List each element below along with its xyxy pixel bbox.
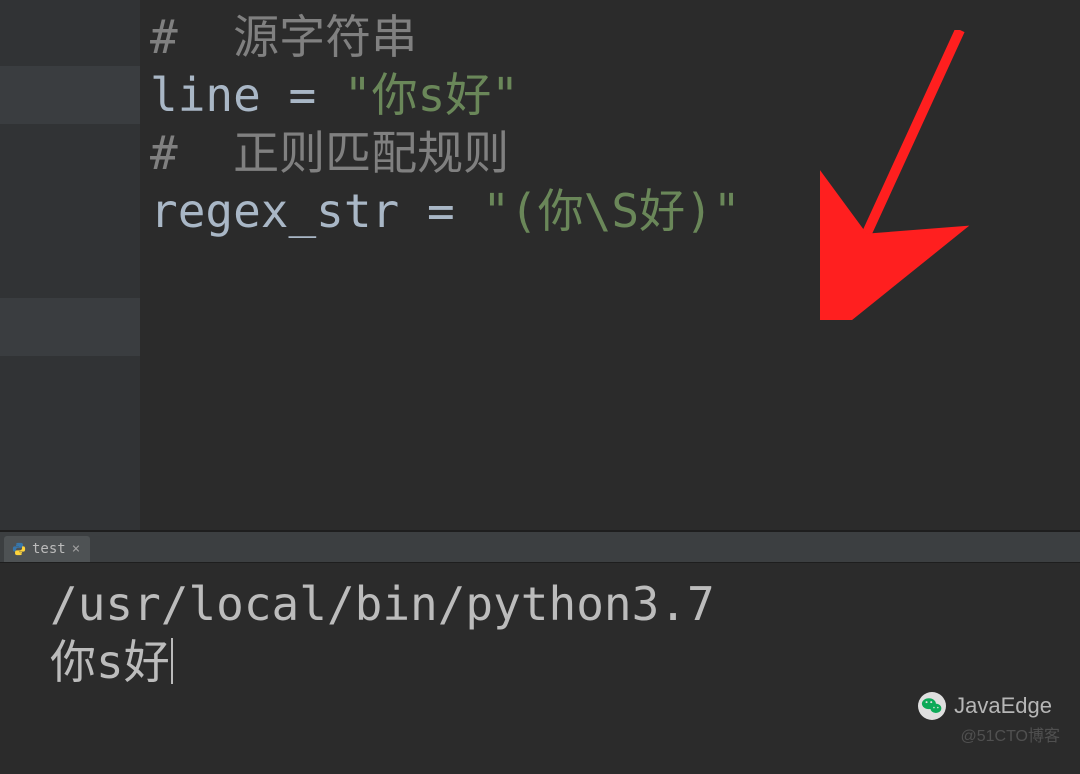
wechat-icon (918, 692, 946, 720)
comment-text: # 正则匹配规则 (150, 126, 509, 180)
operator: = (399, 184, 482, 238)
variable-name: line (150, 68, 261, 122)
gutter-highlight (0, 66, 140, 124)
watermark-wechat: JavaEdge (918, 692, 1052, 720)
close-icon[interactable]: × (72, 542, 80, 556)
console-output-text: 你s好 (50, 635, 170, 689)
console-line-output: 你s好 (50, 633, 1080, 691)
code-line-comment: # 正则匹配规则 (140, 124, 1080, 182)
text-cursor (171, 638, 173, 684)
tab-label: test (32, 541, 66, 557)
code-line-assign: line = "你s好" (140, 66, 1080, 124)
console-output[interactable]: /usr/local/bin/python3.7 你s好 (0, 563, 1080, 691)
string-literal: "(你\S好)" (482, 184, 740, 238)
console-line-path: /usr/local/bin/python3.7 (50, 575, 1080, 633)
code-editor[interactable]: # 源字符串 line = "你s好" # 正则匹配规则 regex_str =… (0, 0, 1080, 531)
comment-text: # 源字符串 (150, 10, 417, 64)
code-line-assign: regex_str = "(你\S好)" (140, 182, 1080, 240)
code-area[interactable]: # 源字符串 line = "你s好" # 正则匹配规则 regex_str =… (140, 0, 1080, 530)
gutter-highlight (0, 298, 140, 356)
watermark-wechat-text: JavaEdge (954, 693, 1052, 719)
variable-name: regex_str (150, 184, 399, 238)
operator: = (261, 68, 344, 122)
gutter (0, 0, 140, 530)
code-line-comment: # 源字符串 (140, 8, 1080, 66)
python-file-icon (12, 542, 26, 556)
run-tab-test[interactable]: test × (4, 536, 90, 562)
string-literal: "你s好" (344, 68, 519, 122)
run-tabbar: test × (0, 531, 1080, 563)
watermark-51cto: @51CTO博客 (960, 722, 1060, 746)
